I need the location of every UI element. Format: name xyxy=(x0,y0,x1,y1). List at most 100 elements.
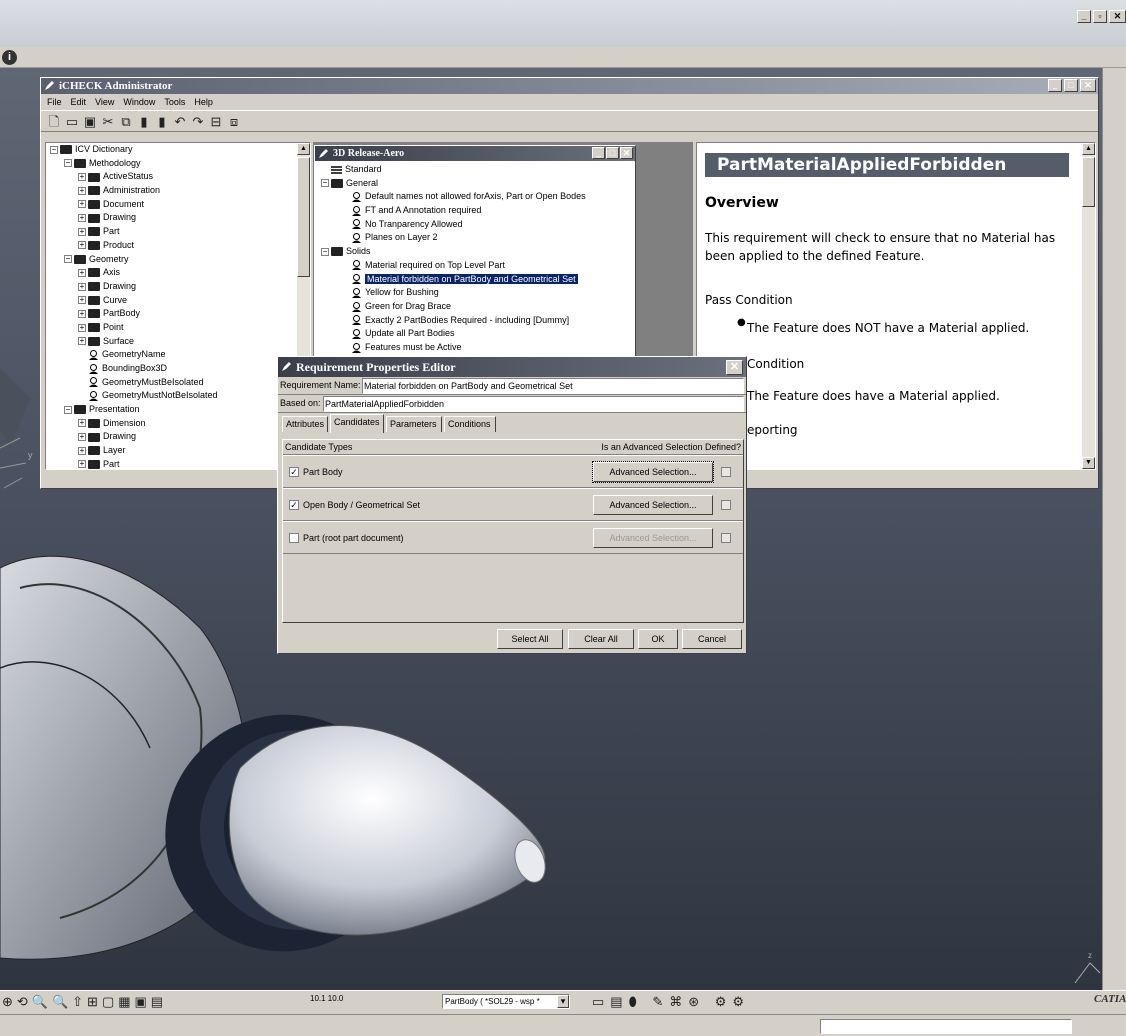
delete-icon[interactable]: ▮ xyxy=(153,113,171,131)
tree-node[interactable]: BoundingBox3D xyxy=(50,362,310,376)
advanced-selection-button[interactable]: Advanced Selection... xyxy=(593,495,713,515)
collapse-icon[interactable]: − xyxy=(321,179,329,188)
expand-icon[interactable]: + xyxy=(78,433,86,442)
tree-node[interactable]: Exactly 2 PartBodies Required - includin… xyxy=(321,314,635,328)
tree-node[interactable]: Standard xyxy=(321,163,635,177)
tree-node[interactable]: − Presentation xyxy=(50,403,310,417)
editor-close-button[interactable]: ✕ xyxy=(726,360,743,375)
tree-node[interactable]: + Dimension xyxy=(50,417,310,431)
scroll-up-arrow-icon[interactable]: ▲ xyxy=(297,143,310,155)
tree-node[interactable]: Features must be Active xyxy=(321,341,635,355)
menu-item-edit[interactable]: Edit xyxy=(71,97,87,107)
tree-node[interactable]: + Drawing xyxy=(50,430,310,444)
advanced-selection-button[interactable]: Advanced Selection... xyxy=(592,461,714,483)
tab-parameters[interactable]: Parameters xyxy=(386,416,442,432)
tree-node[interactable]: GeometryMustNotBeIsolated xyxy=(50,389,310,403)
tree-node[interactable]: + PartBody xyxy=(50,307,310,321)
new-doc-icon[interactable]: 🗋 xyxy=(45,113,63,131)
tab-candidates[interactable]: Candidates xyxy=(330,414,384,433)
tree-node[interactable]: + Document xyxy=(50,198,310,212)
tree-node[interactable]: + Layer xyxy=(50,444,310,458)
tree-node[interactable]: − Geometry xyxy=(50,253,310,267)
misc-tools-icons[interactable]: ▭▤⬮ ✎⌘⊛ ⚙⚙ xyxy=(592,994,750,1010)
expand-icon[interactable]: + xyxy=(78,241,86,250)
expand-icon[interactable]: + xyxy=(78,323,86,332)
expand-icon[interactable]: + xyxy=(78,309,86,318)
release-minimize-button[interactable]: _ xyxy=(592,147,605,159)
tree-node[interactable]: No Tranparency Allowed xyxy=(321,218,635,232)
menu-item-tools[interactable]: Tools xyxy=(164,97,185,107)
expand-icon[interactable]: + xyxy=(78,200,86,209)
candidate-checkbox[interactable]: ✓ xyxy=(289,500,299,510)
select-all-button[interactable]: Select All xyxy=(497,629,563,649)
dictionary-tree-pane[interactable]: − ICV Dictionary − Methodology + ActiveStatus… xyxy=(45,142,311,470)
expand-icon[interactable]: + xyxy=(78,268,86,277)
paste-icon[interactable]: ▮ xyxy=(135,113,153,131)
expand-icon[interactable]: + xyxy=(78,173,86,181)
admin-maximize-button[interactable]: □ xyxy=(1064,79,1078,92)
expand-icon[interactable]: + xyxy=(78,186,86,195)
tree-node[interactable]: + Product xyxy=(50,239,310,253)
tree-node[interactable]: + Part xyxy=(50,225,310,239)
tree-node[interactable]: − General xyxy=(321,177,635,191)
tree-node[interactable]: + Drawing xyxy=(50,211,310,225)
based-on-field[interactable]: PartMaterialAppliedForbidden xyxy=(323,396,744,412)
doc-scroll-thumb[interactable] xyxy=(1082,157,1095,207)
tree-node[interactable]: FT and A Annotation required xyxy=(321,204,635,218)
expand-icon[interactable]: + xyxy=(78,446,86,455)
tree-node[interactable]: Green for Drag Brace xyxy=(321,300,635,314)
undo-icon[interactable]: ↶ xyxy=(171,113,189,131)
tree-node[interactable]: − ICV Dictionary xyxy=(50,143,310,157)
info-icon[interactable]: i xyxy=(2,50,17,65)
expand-icon[interactable]: + xyxy=(78,214,86,223)
tree-node[interactable]: + Part xyxy=(50,458,310,469)
catia-close-button[interactable]: ✕ xyxy=(1109,10,1126,23)
expand-icon[interactable]: + xyxy=(78,337,86,346)
view-tools-icons[interactable]: ⊕⟲🔍🔍⇧⊞▢▦▣▤ xyxy=(2,994,167,1010)
expand-icon[interactable]: + xyxy=(78,296,86,305)
redo-icon[interactable]: ↷ xyxy=(189,113,207,131)
menu-item-view[interactable]: View xyxy=(95,97,114,107)
menu-item-file[interactable]: File xyxy=(47,97,62,107)
expand-icon[interactable]: + xyxy=(78,227,86,236)
collapse-icon[interactable]: − xyxy=(64,405,72,414)
active-body-select[interactable]: PartBody ( *SOL29 - wsp * ▾ xyxy=(442,994,570,1009)
scroll-thumb[interactable] xyxy=(297,157,310,277)
collapse-icon[interactable]: − xyxy=(64,159,72,168)
tree-node[interactable]: + Drawing xyxy=(50,280,310,294)
tree-node[interactable]: + Axis xyxy=(50,266,310,280)
command-input[interactable] xyxy=(820,1019,1072,1034)
tree-node[interactable]: + Point xyxy=(50,321,310,335)
scroll-up-arrow-icon[interactable]: ▲ xyxy=(1082,143,1095,155)
tree-node[interactable]: Yellow for Bushing xyxy=(321,286,635,300)
candidate-checkbox[interactable] xyxy=(289,533,299,543)
tree-node[interactable]: Material required on Top Level Part xyxy=(321,259,635,273)
catia-restore-button[interactable]: ▫ xyxy=(1093,10,1107,23)
release-close-button[interactable]: ✕ xyxy=(620,147,633,159)
tree-node[interactable]: + Surface xyxy=(50,335,310,349)
tree-node[interactable]: − Solids xyxy=(321,245,635,259)
scroll-down-arrow-icon[interactable]: ▼ xyxy=(1082,457,1095,469)
collapse-icon[interactable]: − xyxy=(321,247,329,256)
tree-node[interactable]: GeometryName xyxy=(50,348,310,362)
tree-node[interactable]: + ActiveStatus xyxy=(50,170,310,184)
ok-button[interactable]: OK xyxy=(638,629,678,649)
collapse-icon[interactable]: − xyxy=(50,145,58,154)
tree-node[interactable]: + Curve xyxy=(50,294,310,308)
copy-icon[interactable]: ⧉ xyxy=(117,113,135,131)
layout-icon[interactable]: ⊟ xyxy=(207,113,225,131)
tree-node[interactable]: − Methodology xyxy=(50,157,310,171)
expand-icon[interactable]: + xyxy=(78,460,86,469)
tab-attributes[interactable]: Attributes xyxy=(282,416,328,432)
requirement-name-field[interactable]: Material forbidden on PartBody and Geome… xyxy=(362,378,744,394)
cancel-button[interactable]: Cancel xyxy=(682,629,742,649)
menu-item-window[interactable]: Window xyxy=(123,97,155,107)
cut-icon[interactable]: ✂ xyxy=(99,113,117,131)
tab-conditions[interactable]: Conditions xyxy=(444,416,496,432)
clear-all-button[interactable]: Clear All xyxy=(568,629,634,649)
admin-minimize-button[interactable]: _ xyxy=(1048,79,1062,92)
expand-icon[interactable]: + xyxy=(78,419,86,428)
doc-scrollbar[interactable]: ▲ ▼ xyxy=(1082,143,1095,469)
collapse-icon[interactable]: − xyxy=(64,255,72,264)
split-icon[interactable]: ⧈ xyxy=(225,113,243,131)
